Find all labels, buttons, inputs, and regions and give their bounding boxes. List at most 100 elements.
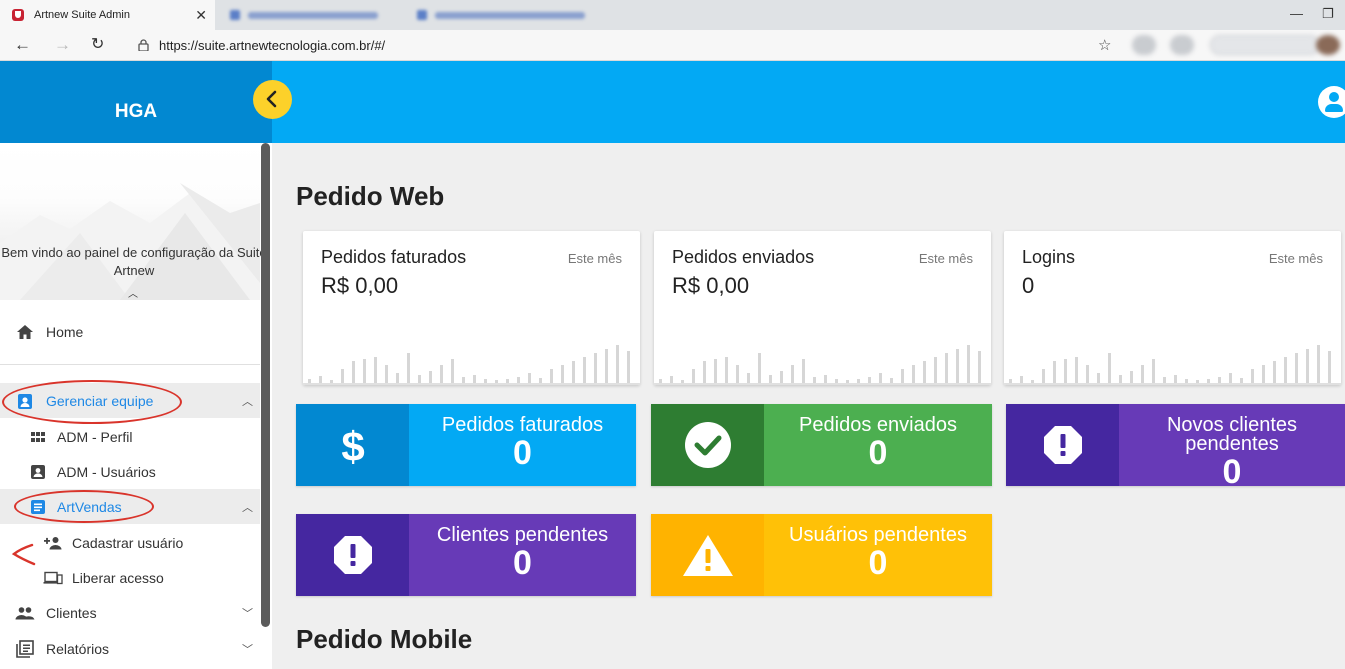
sparkline-bar (835, 379, 838, 383)
sidebar-item-cadastrar-usuario[interactable]: Cadastrar usuário (0, 525, 260, 560)
sparkline-bar (802, 359, 805, 383)
sparkline-bar (451, 359, 454, 383)
sidebar-item-adm-perfil[interactable]: ADM - Perfil (0, 419, 260, 454)
tile-pedidos-faturados[interactable]: $ Pedidos faturados 0 (296, 404, 636, 486)
tile-novos-clientes-pendentes[interactable]: Novos clientes pendentes 0 (1006, 404, 1345, 490)
tab-close-icon[interactable]: ✕ (195, 7, 207, 24)
extension-icon[interactable] (1170, 35, 1194, 55)
sidebar-item-clientes[interactable]: Clientes ﹀ (0, 595, 260, 630)
sparkline-bar (1207, 379, 1210, 383)
sparkline-bar (1130, 371, 1133, 383)
minimize-icon[interactable]: — (1290, 6, 1303, 21)
warning-icon (682, 535, 733, 576)
sparkline-bar (539, 378, 542, 383)
url-field[interactable]: https://suite.artnewtecnologia.com.br/#/ (159, 38, 385, 53)
tile-clientes-pendentes[interactable]: Clientes pendentes 0 (296, 514, 636, 596)
card-value: R$ 0,00 (321, 273, 399, 298)
sparkline-bar (341, 369, 344, 383)
stat-card: Logins Este mês 0 (1004, 231, 1341, 385)
back-icon[interactable]: ← (14, 35, 31, 55)
sparkline-bar (319, 376, 322, 383)
sparkline-bar (1020, 376, 1023, 383)
welcome-text: Bem vindo ao painel de configuração da S… (1, 245, 267, 278)
sparkline-bar (901, 369, 904, 383)
tile-label: Clientes pendentes (436, 524, 609, 546)
sidebar-item-liberar-acesso[interactable]: Liberar acesso (0, 560, 260, 595)
extension-icon[interactable] (1132, 35, 1156, 55)
sparkline-baseline (1004, 383, 1341, 385)
sparkline-bar (418, 375, 421, 383)
sparkline-bar (1185, 379, 1188, 383)
people-icon (15, 603, 35, 623)
annotation-oval (14, 490, 154, 523)
tile-body: Pedidos enviados 0 (764, 404, 992, 486)
sidebar-item-adm-usuarios[interactable]: ADM - Usuários (0, 454, 260, 489)
restore-icon[interactable]: ❐ (1322, 6, 1334, 22)
sparkline-bar (1306, 349, 1309, 383)
sidebar-item-relatorios[interactable]: Relatórios ﹀ (0, 631, 260, 666)
tile-label: Usuários pendentes (789, 524, 967, 546)
sparkline-bar (758, 353, 761, 383)
sparkline-bar (912, 365, 915, 383)
sidebar-item-home[interactable]: Home (0, 314, 260, 349)
card-period: Este mês (1268, 251, 1323, 266)
home-icon (15, 322, 35, 342)
sparkline-bar (747, 373, 750, 383)
browser-tab-active[interactable]: Artnew Suite Admin ✕ (0, 0, 215, 30)
alert-octagon-icon (1043, 426, 1082, 464)
sparkline-bar (1240, 378, 1243, 383)
card-period: Este mês (918, 251, 973, 266)
devices-icon (43, 568, 63, 588)
sparkline-bar (1009, 379, 1012, 383)
sparkline-bar (1196, 380, 1199, 383)
tile-body: Clientes pendentes 0 (409, 514, 636, 596)
browser-tab-blurred[interactable] (218, 0, 403, 30)
tile-body: Novos clientes pendentes 0 (1119, 404, 1345, 490)
user-card-icon (28, 462, 48, 482)
sparkline-bar (1229, 373, 1232, 383)
star-icon[interactable]: ☆ (1098, 36, 1111, 54)
caret-up-icon[interactable]: ︿ (128, 285, 138, 300)
browser-tab-blurred[interactable] (405, 0, 635, 30)
sidebar-scrollbar[interactable] (261, 143, 270, 627)
sparkline-bar (1218, 377, 1221, 383)
sparkline-bar (857, 379, 860, 383)
card-period: Este mês (567, 251, 622, 266)
sparkline-bar (956, 349, 959, 383)
tile-usuarios-pendentes[interactable]: Usuários pendentes 0 (651, 514, 992, 596)
card-title: Pedidos faturados (321, 247, 467, 267)
collapse-sidebar-button[interactable] (253, 80, 292, 119)
tile-pedidos-enviados[interactable]: Pedidos enviados 0 (651, 404, 992, 486)
tile-body: Pedidos faturados 0 (409, 404, 636, 486)
sparkline-bar (374, 357, 377, 383)
sparkline-bar (703, 361, 706, 383)
sparkline-bar (330, 380, 333, 383)
sparkline-bar (1328, 351, 1331, 383)
tile-value: 0 (868, 434, 888, 472)
sparkline-bar (813, 377, 816, 383)
sparkline-bar (670, 376, 673, 383)
sparkline-bar (440, 365, 443, 383)
sparkline-bar (1108, 353, 1111, 383)
account-icon[interactable] (1318, 86, 1345, 118)
sparkline-bar (1273, 361, 1276, 383)
profile-button[interactable] (1210, 35, 1320, 55)
sidebar-item-label: ADM - Usuários (57, 463, 156, 480)
sparkline-bar (725, 357, 728, 383)
annotation-oval (2, 380, 182, 424)
forward-icon[interactable]: → (54, 35, 71, 55)
tile-body: Usuários pendentes 0 (764, 514, 992, 596)
avatar[interactable] (1316, 35, 1340, 55)
section-title-web: Pedido Web (296, 181, 445, 211)
shield-icon (12, 9, 24, 21)
blurred-tab-title (248, 11, 378, 19)
sparkline-bar (879, 373, 882, 383)
tile-icon-area: $ (296, 404, 409, 486)
sidebar-title: HGA (114, 101, 158, 122)
sparkline-bar (890, 378, 893, 383)
sparkline-bar (1119, 375, 1122, 383)
sparkline-bar (1251, 369, 1254, 383)
reload-icon[interactable]: ↻ (91, 35, 104, 55)
sparkline-bar (1284, 357, 1287, 383)
sparkline-bar (659, 379, 662, 383)
